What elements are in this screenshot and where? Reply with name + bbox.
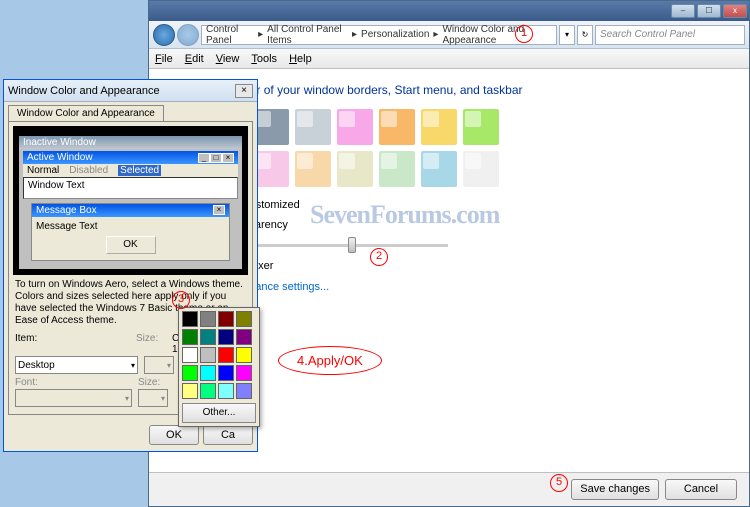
palette-color[interactable] <box>200 311 216 327</box>
preview-active-title: Active Window_□× <box>23 151 238 164</box>
palette-color[interactable] <box>236 365 252 381</box>
palette-color[interactable] <box>218 329 234 345</box>
color-swatch[interactable] <box>253 109 289 145</box>
preview-message-box: Message Box× Message TextOK <box>31 203 230 261</box>
other-color-button[interactable]: Other... <box>182 403 256 423</box>
palette-color[interactable] <box>218 347 234 363</box>
palette-color[interactable] <box>218 311 234 327</box>
preview-pane: Inactive Window Active Window_□× NormalD… <box>13 126 248 275</box>
forward-button[interactable] <box>177 24 199 46</box>
palette-color[interactable] <box>182 329 198 345</box>
cancel-button[interactable]: Cancel <box>665 479 737 500</box>
color-swatch[interactable] <box>379 109 415 145</box>
item-label: Item: <box>15 333 130 344</box>
intensity-slider[interactable] <box>248 244 448 247</box>
color-swatch[interactable] <box>337 109 373 145</box>
preview-menu: NormalDisabledSelected <box>23 164 238 177</box>
dialog-close-button[interactable]: × <box>235 84 253 98</box>
back-button[interactable] <box>153 24 175 46</box>
color-swatch[interactable] <box>463 109 499 145</box>
size-select: ▾ <box>144 356 174 374</box>
slider-thumb[interactable] <box>348 237 356 253</box>
size-label: Size: <box>136 333 166 344</box>
palette-color[interactable] <box>236 311 252 327</box>
menu-tools[interactable]: Tools <box>251 53 277 65</box>
fsize-select: ▾ <box>138 389 168 407</box>
menu-file[interactable]: File <box>155 53 173 65</box>
palette-color[interactable] <box>182 347 198 363</box>
color-swatch[interactable] <box>421 109 457 145</box>
dialog-tab[interactable]: Window Color and Appearance <box>8 105 164 121</box>
color-swatch[interactable] <box>463 151 499 187</box>
breadcrumb-item[interactable]: All Control Panel Items <box>267 24 348 46</box>
font-label: Font: <box>15 377 132 388</box>
close-button[interactable]: x <box>723 4 747 18</box>
color-swatch[interactable] <box>337 151 373 187</box>
palette-color[interactable] <box>218 365 234 381</box>
color-swatch[interactable] <box>253 151 289 187</box>
palette-color[interactable] <box>236 329 252 345</box>
dialog-ok-button[interactable]: OK <box>149 425 199 445</box>
breadcrumb-item[interactable]: Personalization <box>361 29 429 40</box>
breadcrumb-item[interactable]: Window Color and Appearance <box>442 24 552 46</box>
palette-color[interactable] <box>218 383 234 399</box>
breadcrumb-item[interactable]: Control Panel <box>206 24 254 46</box>
color-swatch[interactable] <box>295 151 331 187</box>
palette-color[interactable] <box>200 365 216 381</box>
dialog-title: Window Color and Appearance <box>8 85 160 97</box>
menubar: File Edit View Tools Help <box>149 49 749 69</box>
titlebar: – ☐ x <box>149 1 749 21</box>
save-changes-button[interactable]: Save changes <box>571 479 659 500</box>
color-swatch[interactable] <box>421 151 457 187</box>
refresh-button[interactable]: ↻ <box>577 25 593 45</box>
menu-view[interactable]: View <box>216 53 240 65</box>
footer: Save changes Cancel <box>149 472 749 506</box>
menu-edit[interactable]: Edit <box>185 53 204 65</box>
palette-color[interactable] <box>200 383 216 399</box>
dialog-cancel-button[interactable]: Ca <box>203 425 253 445</box>
palette-color[interactable] <box>236 383 252 399</box>
color-palette-popup: Other... <box>178 307 260 427</box>
item-select[interactable]: Desktop▾ <box>15 356 138 374</box>
palette-color[interactable] <box>182 365 198 381</box>
maximize-button[interactable]: ☐ <box>697 4 721 18</box>
palette-color[interactable] <box>236 347 252 363</box>
breadcrumb-dropdown[interactable]: ▾ <box>559 25 575 45</box>
preview-inactive-title: Inactive Window <box>19 136 242 149</box>
minimize-button[interactable]: – <box>671 4 695 18</box>
menu-help[interactable]: Help <box>289 53 312 65</box>
palette-color[interactable] <box>200 329 216 345</box>
preview-window-text: Window Text <box>23 177 238 199</box>
palette-color[interactable] <box>182 311 198 327</box>
palette-color[interactable] <box>182 383 198 399</box>
navbar: Control Panel▸ All Control Panel Items▸ … <box>149 21 749 49</box>
font-select: ▾ <box>15 389 132 407</box>
search-input[interactable]: Search Control Panel <box>595 25 745 45</box>
color-swatch[interactable] <box>295 109 331 145</box>
palette-color[interactable] <box>200 347 216 363</box>
color-swatch[interactable] <box>379 151 415 187</box>
fsize-label: Size: <box>138 377 168 388</box>
breadcrumb[interactable]: Control Panel▸ All Control Panel Items▸ … <box>201 25 557 45</box>
dialog-titlebar: Window Color and Appearance × <box>4 80 257 102</box>
